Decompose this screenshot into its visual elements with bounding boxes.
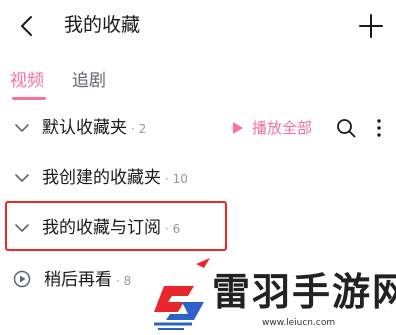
watermark-url: www.leiucn.com xyxy=(262,318,336,328)
folder-count: · 2 xyxy=(131,122,147,136)
tab-bar: 视频 追剧 xyxy=(0,62,396,102)
plus-icon[interactable] xyxy=(358,13,384,39)
tab-active-indicator xyxy=(12,97,46,100)
watch-later-label: 稍后再看 · 8 xyxy=(44,269,131,292)
play-circle-icon xyxy=(13,270,31,288)
folder-created-label: 我创建的收藏夹 · 10 xyxy=(42,167,188,190)
more-vertical-icon[interactable] xyxy=(374,118,384,138)
top-bar: 我的收藏 xyxy=(0,0,396,52)
watermark: 雷羽手游网 www.leiucn.com xyxy=(148,258,396,335)
chevron-down-icon[interactable] xyxy=(14,122,30,134)
tab-drama[interactable]: 追剧 xyxy=(72,70,106,92)
folder-count: · 10 xyxy=(165,172,188,186)
play-all-label: 播放全部 xyxy=(252,119,313,137)
folder-name: 稍后再看 xyxy=(44,270,112,290)
watermark-title: 雷羽手游网 xyxy=(212,270,396,314)
folder-default-label: 默认收藏夹 · 2 xyxy=(42,117,146,140)
folder-count: · 8 xyxy=(116,274,132,288)
play-icon xyxy=(233,122,243,134)
highlight-box xyxy=(5,201,227,251)
logo-icon xyxy=(154,258,210,330)
folder-name: 默认收藏夹 xyxy=(42,118,127,138)
page-title: 我的收藏 xyxy=(64,14,141,36)
folder-default[interactable]: 默认收藏夹 · 2 播放全部 xyxy=(0,108,396,148)
tab-video[interactable]: 视频 xyxy=(10,70,44,92)
folder-created[interactable]: 我创建的收藏夹 · 10 xyxy=(0,158,396,198)
chevron-down-icon[interactable] xyxy=(14,172,30,184)
search-icon[interactable] xyxy=(336,118,356,138)
chevron-left-icon[interactable] xyxy=(16,14,40,38)
folder-name: 我创建的收藏夹 xyxy=(42,168,161,188)
